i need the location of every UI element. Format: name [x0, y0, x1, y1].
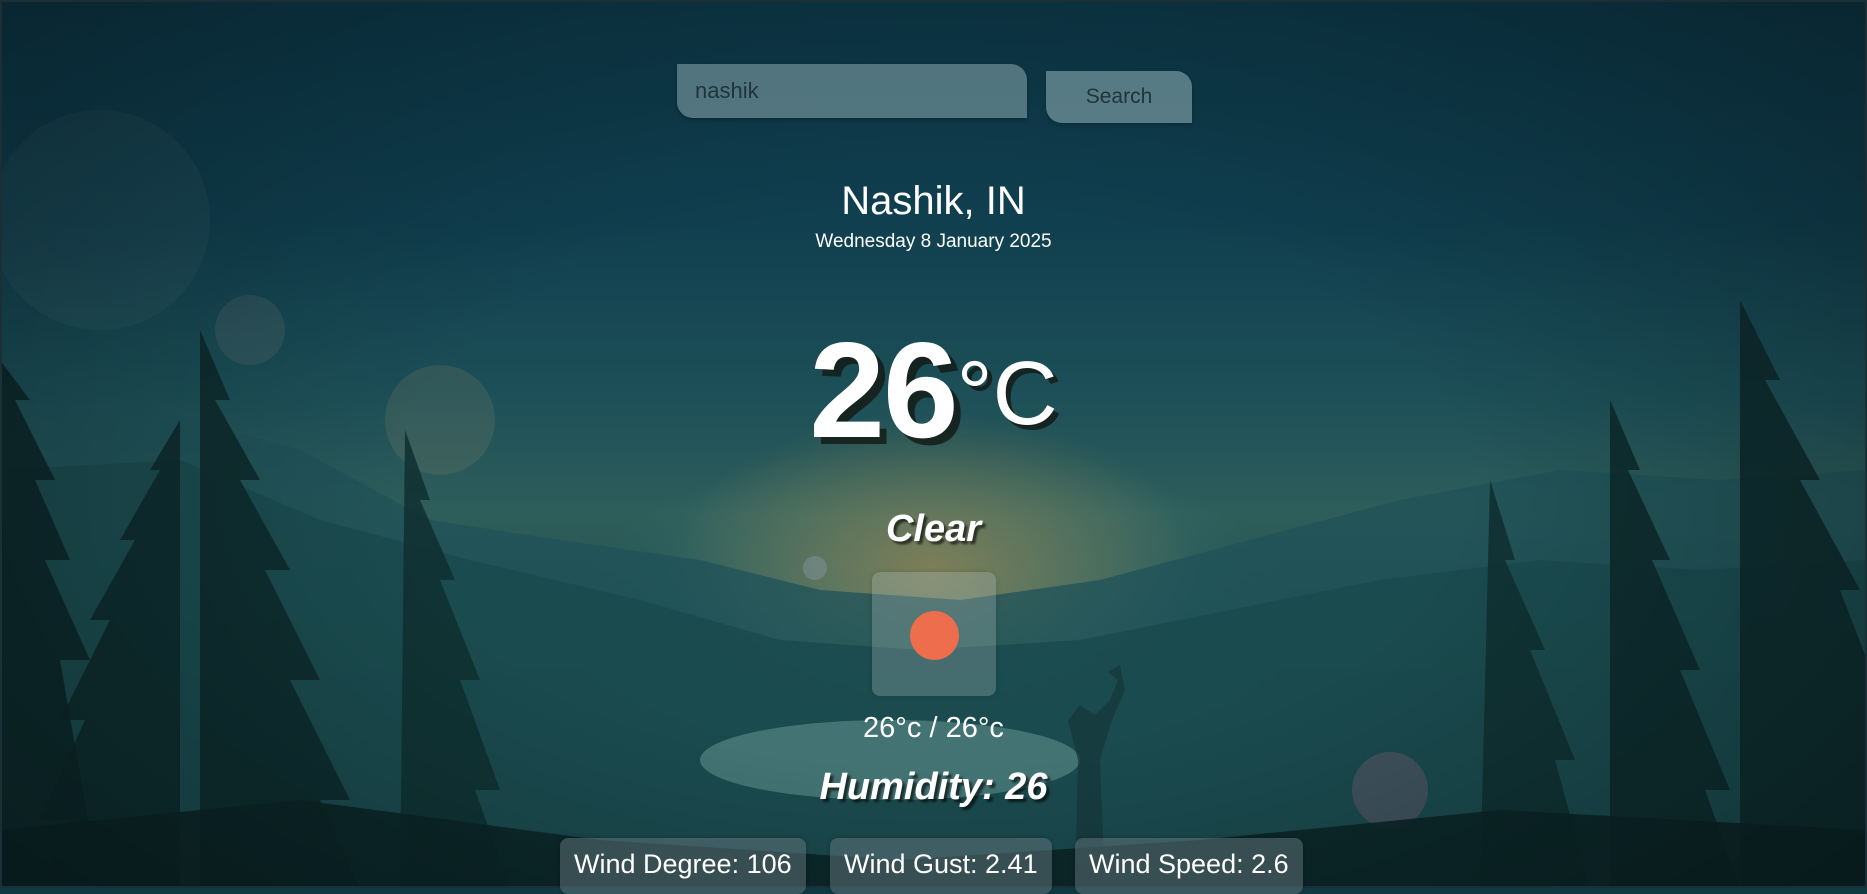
current-date: Wednesday 8 January 2025 — [815, 231, 1052, 252]
min-max-temperature: 26°c / 26°c — [863, 712, 1004, 744]
city-search-input[interactable] — [677, 64, 1027, 118]
temperature-unit: °C — [956, 344, 1058, 444]
temperature-display: 26°C — [0, 315, 1867, 465]
temperature-value: 26 — [809, 314, 958, 466]
location-title: Nashik, IN — [841, 179, 1026, 223]
search-button[interactable]: Search — [1046, 71, 1192, 123]
weather-icon-card — [872, 572, 996, 696]
wind-degree-chip: Wind Degree: 106 — [560, 838, 806, 894]
search-bar: Search — [0, 64, 1867, 124]
wind-gust-chip: Wind Gust: 2.41 — [830, 838, 1052, 894]
clear-sun-icon — [910, 611, 959, 660]
humidity-value: Humidity: 26 — [819, 766, 1048, 808]
wind-speed-chip: Wind Speed: 2.6 — [1075, 838, 1303, 894]
weather-condition: Clear — [885, 508, 982, 550]
